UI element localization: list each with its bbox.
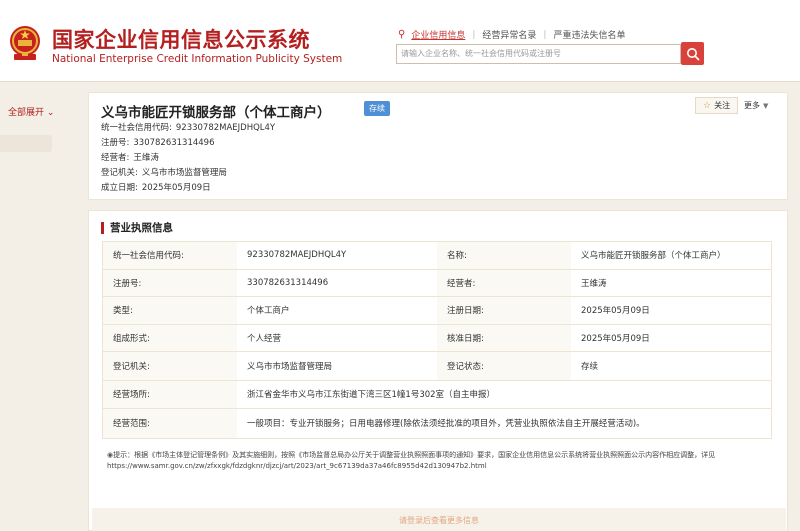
field-label: 登记机关: (101, 168, 138, 178)
cell-value: 王维涛 (581, 278, 607, 289)
license-info-table: 统一社会信用代码: 92330782MAEJDHQL4Y 名称: 义乌市能匠开锁… (102, 241, 772, 439)
follow-label: 关注 (714, 101, 731, 110)
nav-enterprise-credit[interactable]: 企业信用信息 (411, 28, 472, 41)
table-row: 统一社会信用代码: 92330782MAEJDHQL4Y 名称: 义乌市能匠开锁… (103, 242, 771, 270)
table-row: 经营场所: 浙江省金华市义乌市江东街道下湾三区1幢1号302室（自主申报） (103, 380, 771, 409)
login-prompt[interactable]: 请登录后查看更多信息 (92, 508, 786, 531)
section-title: 营业执照信息 (101, 220, 173, 235)
field-label: 注册号: (101, 138, 130, 148)
company-summary-card: 义乌市能匠开锁服务部（个体工商户） 存续 ☆ 关注 更多 ▼ 统一社会信用代码:… (88, 92, 788, 200)
sidebar-item-active[interactable] (0, 135, 52, 152)
chevron-down-icon: ▼ (763, 101, 769, 110)
company-name: 义乌市能匠开锁服务部（个体工商户） (101, 105, 331, 121)
cell-value: 存续 (581, 361, 599, 372)
expand-all-toggle[interactable]: 全部展开 ⌄ (8, 105, 54, 118)
status-badge: 存续 (364, 101, 390, 116)
cell-value: 义乌市能匠开锁服务部（个体工商户） (581, 251, 726, 262)
summary-credit-code: 统一社会信用代码: 92330782MAEJDHQL4Y (101, 121, 275, 133)
cell-label: 登记机关: (103, 352, 237, 380)
follow-button[interactable]: ☆ 关注 (695, 97, 739, 114)
cell-label: 注册日期: (437, 297, 571, 324)
cell-label: 经营者: (437, 269, 571, 296)
cell-label: 登记状态: (437, 352, 571, 380)
field-label: 统一社会信用代码: (101, 123, 172, 133)
table-row: 经营范围: 一般项目：专业开锁服务；日用电器修理(除依法须经批准的项目外，凭营业… (103, 409, 771, 438)
search-button[interactable] (681, 42, 704, 65)
notice-body: 提示：根据《市场主体登记管理条例》及其实施细则，按照《市场监督总局办公厅关于调整… (107, 451, 716, 470)
notice-text: ◉提示：根据《市场主体登记管理条例》及其实施细则，按照《市场监督总局办公厅关于调… (107, 450, 767, 472)
field-value: 330782631314496 (133, 138, 215, 148)
more-label: 更多 (744, 101, 760, 110)
summary-authority: 登记机关: 义乌市市场监督管理局 (101, 166, 227, 178)
table-row: 登记机关: 义乌市市场监督管理局 登记状态: 存续 (103, 352, 771, 381)
field-value: 2025年05月09日 (141, 183, 211, 193)
cell-label: 经营范围: (103, 409, 237, 438)
site-title-cn: 国家企业信用信息公示系统 (52, 28, 310, 52)
cell-label: 名称: (437, 242, 571, 269)
top-nav: ⚲ 企业信用信息 | 经营异常名录 | 严重违法失信名单 (398, 28, 632, 41)
field-label: 成立日期: (101, 183, 138, 193)
cell-value: 92330782MAEJDHQL4Y (247, 250, 347, 261)
cell-label: 统一社会信用代码: (103, 242, 237, 269)
table-row: 注册号: 330782631314496 经营者: 王维涛 (103, 269, 771, 297)
cell-label: 经营场所: (103, 380, 237, 408)
field-label: 经营者: (101, 153, 130, 163)
field-value: 义乌市市场监督管理局 (141, 168, 227, 178)
cell-value: 个人经营 (247, 333, 282, 344)
cell-label: 注册号: (103, 269, 237, 296)
nav-abnormal-list[interactable]: 经营异常名录 (475, 28, 543, 41)
table-row: 组成形式: 个人经营 核准日期: 2025年05月09日 (103, 324, 771, 352)
cell-label: 核准日期: (437, 324, 571, 351)
business-license-panel: 营业执照信息 统一社会信用代码: 92330782MAEJDHQL4Y 名称: … (88, 210, 788, 531)
cell-label: 类型: (103, 297, 237, 324)
nav-dishonest-list[interactable]: 严重违法失信名单 (546, 28, 632, 41)
cell-value: 个体工商户 (247, 306, 290, 317)
summary-established: 成立日期: 2025年05月09日 (101, 181, 211, 193)
star-icon: ☆ (703, 100, 712, 111)
table-row: 类型: 个体工商户 注册日期: 2025年05月09日 (103, 297, 771, 325)
cell-label: 组成形式: (103, 324, 237, 351)
search-input[interactable]: 请输入企业名称、统一社会信用代码或注册号 (396, 44, 681, 64)
search-icon (686, 47, 699, 60)
field-value: 92330782MAEJDHQL4Y (175, 123, 276, 133)
title-accent-bar (101, 221, 104, 234)
cell-value: 2025年05月09日 (581, 306, 650, 317)
cell-value: 义乌市市场监督管理局 (247, 361, 333, 372)
national-emblem-icon (10, 26, 40, 60)
cell-value: 浙江省金华市义乌市江东街道下湾三区1幢1号302室（自主申报） (247, 390, 496, 401)
site-title-en: National Enterprise Credit Information P… (52, 53, 343, 65)
field-value: 王维涛 (133, 153, 159, 163)
cell-value: 一般项目：专业开锁服务；日用电器修理(除依法须经批准的项目外，凭营业执照依法自主… (247, 419, 645, 430)
cell-value: 330782631314496 (247, 277, 329, 288)
site-header: 国家企业信用信息公示系统 National Enterprise Credit … (0, 0, 800, 82)
section-title-text: 营业执照信息 (110, 222, 173, 234)
magnifier-icon: ⚲ (398, 29, 406, 40)
cell-value: 2025年05月09日 (581, 333, 650, 344)
summary-operator: 经营者: 王维涛 (101, 151, 159, 163)
summary-reg-no: 注册号: 330782631314496 (101, 136, 215, 148)
more-dropdown[interactable]: 更多 ▼ (741, 97, 771, 114)
